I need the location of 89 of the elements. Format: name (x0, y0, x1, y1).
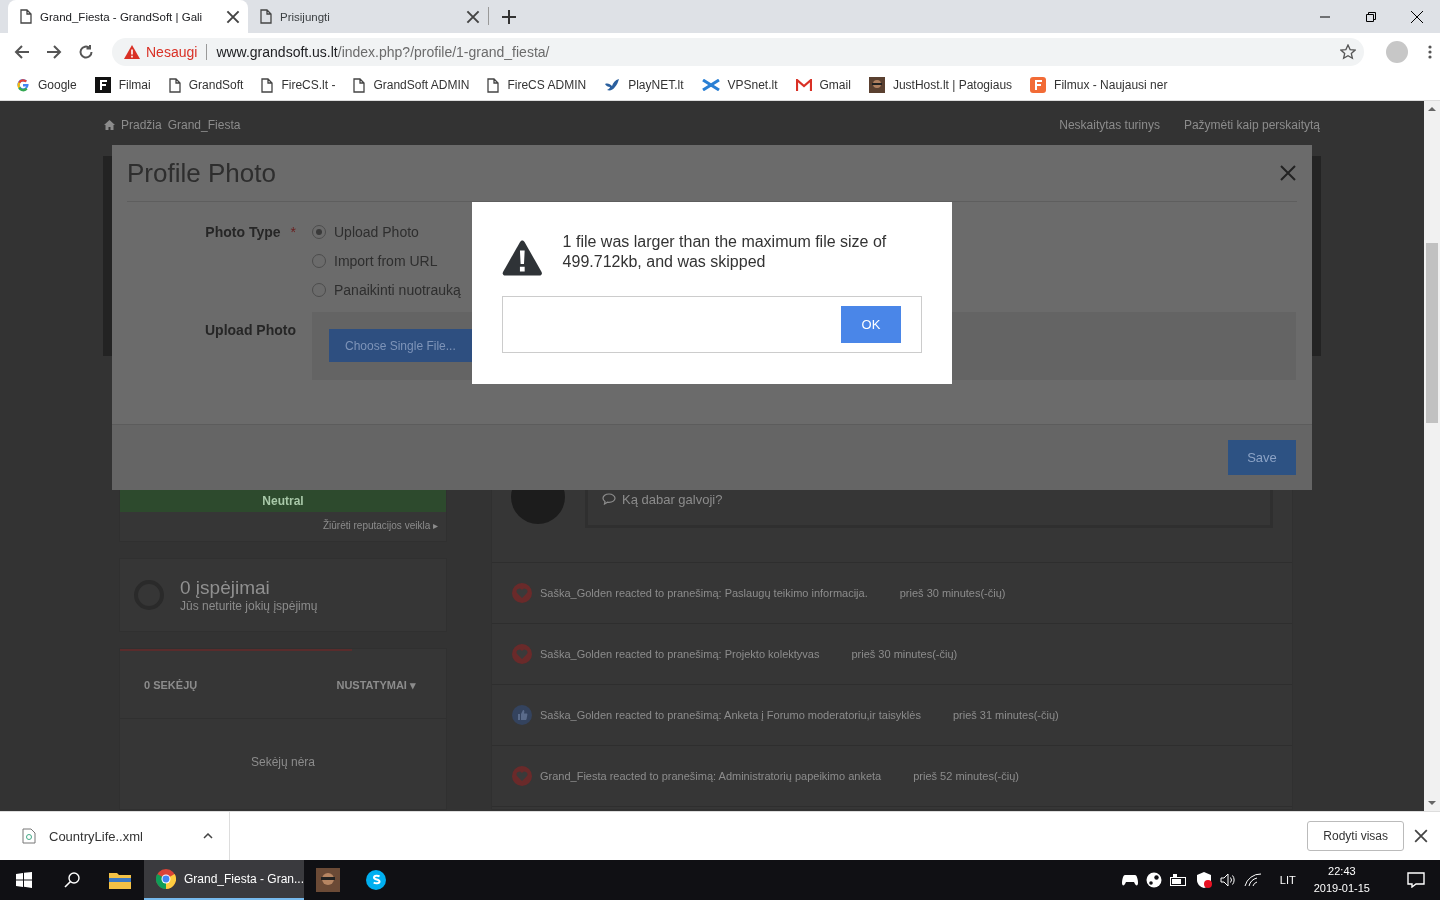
language-indicator[interactable]: LIT (1279, 874, 1296, 886)
volume-icon[interactable] (1219, 873, 1236, 887)
speech-bubble-icon (602, 493, 616, 505)
address-bar[interactable]: Nesaugi www.grandsoft.us.lt/index.php?/profile/1-grand_fiesta/ (112, 37, 1364, 66)
bookmark-item[interactable]: GrandSoft ADMIN (353, 77, 488, 93)
bookmark-item[interactable]: GrandSoft (168, 77, 262, 93)
steam-icon[interactable] (1145, 872, 1162, 888)
wifi-icon[interactable] (1243, 873, 1262, 887)
ok-button[interactable]: OK (841, 306, 901, 343)
breadcrumb-link[interactable]: Pradžia (121, 118, 162, 132)
notification-icon[interactable] (1407, 872, 1425, 888)
bookmark-item[interactable]: Gmail (795, 78, 869, 92)
shield-icon[interactable] (1195, 872, 1212, 888)
forward-arrow-icon (46, 43, 62, 60)
bookmark-item[interactable]: Google (16, 78, 95, 92)
menu-icon[interactable] (1428, 44, 1432, 59)
page-icon (487, 77, 500, 93)
cross-icon (701, 79, 720, 91)
mail-icon (795, 79, 812, 91)
field-label: Upload Photo (205, 322, 296, 340)
logo-icon (94, 77, 111, 93)
gamepad-icon[interactable] (1121, 874, 1138, 886)
close-icon[interactable] (1414, 829, 1428, 843)
activity-text: Saška_Golden reacted to pranešimą: Paslaugų teikimo informacija. (540, 587, 868, 599)
skype-icon (365, 869, 387, 891)
required-mark: * (290, 224, 296, 242)
bookmark-item[interactable]: FireCS ADMIN (487, 77, 605, 93)
activity-time: prieš 30 minutes(-čių) (899, 587, 1006, 599)
bird-icon (604, 78, 621, 92)
file-icon (22, 828, 36, 844)
chrome-logo-icon (156, 869, 176, 889)
breadcrumb-current: Grand_Fiesta (167, 118, 241, 132)
folder-icon (109, 871, 131, 889)
back-arrow-icon (14, 43, 30, 60)
activity-text: Saška_Golden reacted to pranešimą: Projekto kolektyvas (540, 648, 820, 660)
warning-icon (124, 44, 140, 59)
close-icon[interactable] (226, 9, 240, 24)
restore-icon (1366, 11, 1376, 22)
alert-message: 1 file was larger than the maximum file size of 499.712kb, and was skipped (562, 232, 888, 272)
bookmark-item[interactable]: Filmux - Naujausi ner (1030, 77, 1186, 93)
dialog-title: Profile Photo (127, 157, 276, 189)
bookmark-item[interactable]: JustHost.lt | Patogiaus (868, 77, 1031, 93)
show-all-button[interactable]: Rodyti visas (1307, 821, 1404, 851)
close-icon (1411, 10, 1423, 23)
new-tab-icon[interactable] (499, 7, 519, 27)
caret-up-icon[interactable] (203, 833, 213, 839)
bookmark-item[interactable]: VPSnet.lt (701, 78, 796, 92)
warnings-subtitle: Jūs neturite jokių įspėjimų (180, 599, 318, 613)
settings-dropdown[interactable]: NUSTATYMAI ▾ (336, 679, 416, 692)
clock[interactable]: 22:43 2019-01-15 (1313, 863, 1370, 897)
reputation-link[interactable]: Žiūrėti reputacijos veikla ▸ (120, 512, 446, 541)
url-text: www.grandsoft.us.lt/index.php?/profile/1-grand_fiesta/ (216, 43, 550, 60)
page-icon (261, 77, 274, 93)
page-icon (168, 77, 181, 93)
home-icon (104, 120, 115, 130)
page-icon (353, 77, 366, 93)
battery-icon[interactable] (1169, 874, 1188, 886)
bookmark-star-icon[interactable] (1340, 43, 1356, 60)
reload-icon (78, 43, 94, 60)
top-link[interactable]: Pažymėti kaip perskaitytą (1183, 118, 1320, 132)
bookmark-item[interactable]: FireCS.lt - (261, 77, 354, 93)
windows-logo-icon (16, 872, 32, 888)
page-icon (20, 9, 32, 24)
browser-tab[interactable]: Grand_Fiesta - GrandSoft | Gali (8, 0, 248, 33)
browser-tab[interactable]: Prisijungti (248, 0, 488, 33)
logo-icon (1030, 77, 1047, 93)
taskbar-window[interactable]: Grand_Fiesta - Gran... (144, 860, 304, 900)
scrollbar-thumb[interactable] (1426, 243, 1438, 423)
thumbs-up-icon (512, 705, 532, 725)
page-icon (260, 9, 272, 24)
close-icon[interactable] (466, 9, 480, 24)
field-label: Photo Type (205, 224, 281, 242)
google-icon (16, 78, 30, 92)
top-link[interactable]: Neskaitytas turinys (1059, 118, 1160, 132)
thumbnail-icon (868, 77, 885, 93)
search-icon (64, 872, 80, 888)
warnings-title: 0 įspėjimai (180, 577, 271, 599)
security-label: Nesaugi (146, 43, 198, 60)
empty-message: Sekėjų nėra (249, 754, 316, 771)
reputation-badge: Neutral (120, 490, 446, 512)
activity-text: Grand_Fiesta reacted to pranešimą: Administratorių papeikimo anketa (540, 770, 882, 782)
activity-time: prieš 30 minutes(-čių) (851, 648, 958, 660)
game-thumbnail-icon (316, 868, 340, 892)
activity-time: prieš 52 minutes(-čių) (913, 770, 1019, 782)
bookmark-item[interactable]: PlayNET.lt (604, 78, 702, 92)
bookmark-item[interactable]: Filmai (94, 77, 169, 93)
activity-time: prieš 31 minutes(-čių) (952, 709, 1059, 721)
activity-text: Saška_Golden reacted to pranešimą: Anketa į Forumo moderatoriu,ir taisyklės (540, 709, 921, 721)
followers-count: 0 SEKĖJŲ (144, 679, 198, 692)
